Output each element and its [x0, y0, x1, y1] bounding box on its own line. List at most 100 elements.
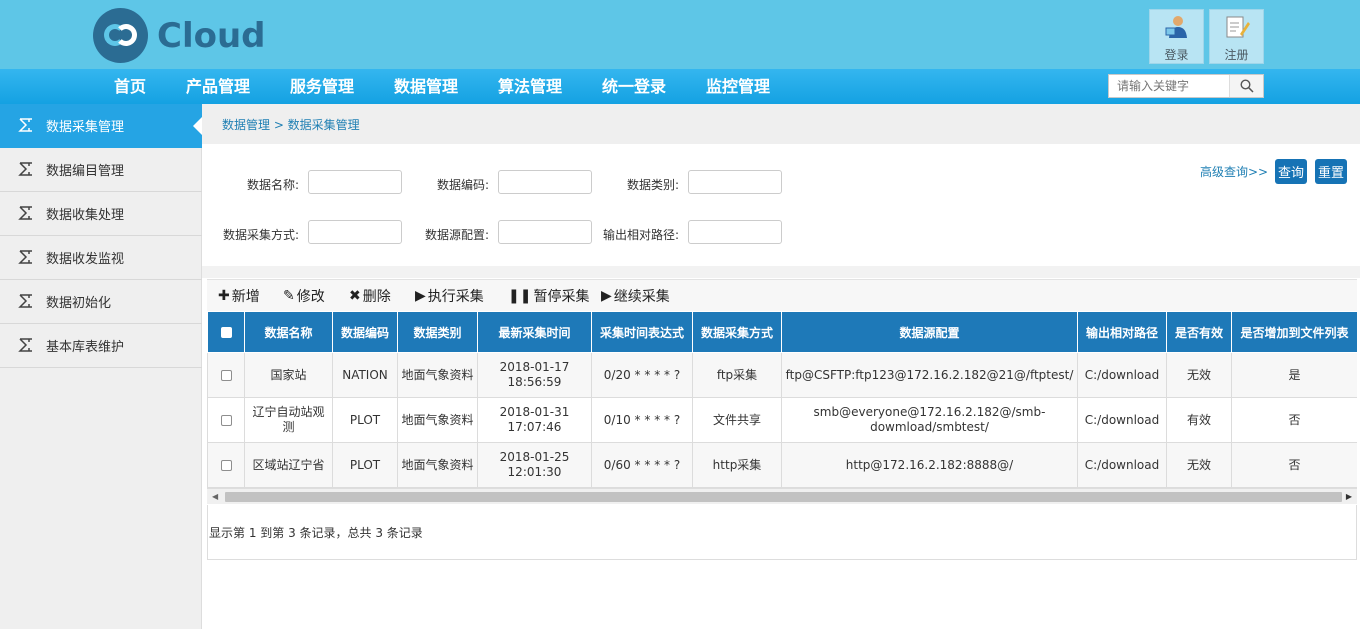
edit-button[interactable]: ✎ 修改: [283, 286, 325, 306]
table-cell: PLOT: [332, 397, 398, 443]
sidebar-item-process[interactable]: 数据收集处理: [0, 192, 202, 236]
path-label: 输出相对路径:: [603, 228, 680, 242]
column-header[interactable]: 输出相对路径: [1077, 311, 1167, 353]
pause-label: 暂停采集: [533, 289, 590, 305]
data-table: 数据名称 数据编码 数据类别 最新采集时间 采集时间表达式 数据采集方式 数据源…: [207, 311, 1357, 488]
reset-button[interactable]: 重置: [1315, 159, 1347, 184]
register-icon: [1224, 14, 1250, 40]
row-checkbox[interactable]: [220, 459, 232, 471]
sidebar-item-collection[interactable]: 数据采集管理: [0, 104, 203, 148]
scroll-left-icon[interactable]: ◀: [212, 492, 218, 501]
row-select-cell[interactable]: [207, 352, 245, 398]
nav-item-service[interactable]: 服务管理: [290, 69, 354, 104]
search-box: [1108, 74, 1264, 98]
toolbar: ✚ 新增 ✎ 修改 ✖ 删除 ▶ 执行采集 ❚❚ 暂停采集 ▶ 继续采集: [207, 279, 1357, 311]
logo: Cloud: [93, 8, 266, 63]
table-cell: 辽宁自动站观测: [244, 397, 333, 443]
resume-label: 继续采集: [613, 289, 670, 305]
search-button[interactable]: [1229, 75, 1263, 97]
sidebar: 数据采集管理 数据编目管理 数据收集处理 数据收发监视 数据初始化 基本库表维护: [0, 104, 203, 629]
query-button[interactable]: 查询: [1275, 159, 1307, 184]
nav-item-home[interactable]: 首页: [114, 69, 146, 104]
nav-item-data[interactable]: 数据管理: [394, 69, 458, 104]
search-input[interactable]: [1109, 75, 1229, 97]
select-all-checkbox[interactable]: [220, 327, 232, 338]
table-header-row: 数据名称 数据编码 数据类别 最新采集时间 采集时间表达式 数据采集方式 数据源…: [207, 311, 1357, 353]
row-select-cell[interactable]: [207, 397, 245, 443]
column-header[interactable]: 最新采集时间: [477, 311, 592, 353]
sigma-icon: [18, 338, 32, 352]
table-cell: PLOT: [332, 442, 398, 488]
row-select-cell[interactable]: [207, 442, 245, 488]
sidebar-item-tables[interactable]: 基本库表维护: [0, 324, 202, 368]
table-cell: 2018-01-25 12:01:30: [477, 442, 592, 488]
sigma-icon: [18, 206, 32, 220]
horizontal-scrollbar[interactable]: ◀ ▶: [207, 488, 1357, 504]
table-cell: smb@everyone@172.16.2.182@/smb-dowmload/…: [781, 397, 1078, 443]
row-checkbox[interactable]: [220, 369, 232, 381]
table-cell: 地面气象资料: [397, 397, 478, 443]
scroll-thumb[interactable]: [225, 492, 1342, 502]
resume-button[interactable]: ▶ 继续采集: [601, 286, 670, 306]
code-input[interactable]: [498, 170, 592, 194]
sidebar-item-catalog[interactable]: 数据编目管理: [0, 148, 202, 192]
column-header[interactable]: 数据采集方式: [692, 311, 782, 353]
nav-item-sso[interactable]: 统一登录: [602, 69, 666, 104]
table-cell: C:/download: [1077, 442, 1167, 488]
column-header[interactable]: 采集时间表达式: [591, 311, 693, 353]
sidebar-item-label: 数据初始化: [46, 296, 112, 311]
play-icon: ▶: [601, 288, 612, 304]
table-cell: 是: [1231, 352, 1357, 398]
data-grid: 数据名称 数据编码 数据类别 最新采集时间 采集时间表达式 数据采集方式 数据源…: [207, 311, 1357, 505]
sidebar-item-label: 数据编目管理: [46, 164, 125, 179]
delete-button[interactable]: ✖ 删除: [349, 286, 391, 306]
scroll-right-icon[interactable]: ▶: [1346, 492, 1352, 501]
select-all-cell[interactable]: [207, 311, 245, 353]
cloud-logo-icon: [93, 8, 148, 63]
row-checkbox[interactable]: [220, 414, 232, 426]
column-header[interactable]: 数据编码: [332, 311, 398, 353]
type-input[interactable]: [688, 170, 782, 194]
register-button[interactable]: 注册: [1209, 9, 1264, 64]
path-input[interactable]: [688, 220, 782, 244]
source-input[interactable]: [498, 220, 592, 244]
sidebar-item-monitor[interactable]: 数据收发监视: [0, 236, 202, 280]
sidebar-item-label: 基本库表维护: [46, 340, 125, 355]
name-input[interactable]: [308, 170, 402, 194]
nav-item-product[interactable]: 产品管理: [186, 69, 250, 104]
sidebar-item-init[interactable]: 数据初始化: [0, 280, 202, 324]
filter-panel: 数据名称: 数据编码: 数据类别: 数据采集方式: 数据源配置: 输出相对路径:…: [202, 144, 1360, 266]
sigma-icon: [18, 294, 32, 308]
table-cell: 2018-01-17 18:56:59: [477, 352, 592, 398]
table-row[interactable]: 国家站 NATION 地面气象资料 2018-01-17 18:56:59 0/…: [207, 352, 1357, 398]
advanced-search-link[interactable]: 高级查询>>: [1200, 163, 1268, 180]
nav-item-monitor[interactable]: 监控管理: [706, 69, 770, 104]
column-header[interactable]: 数据源配置: [781, 311, 1078, 353]
search-icon: [1239, 79, 1254, 93]
column-header[interactable]: 数据名称: [244, 311, 333, 353]
table-cell: 国家站: [244, 352, 333, 398]
run-button[interactable]: ▶ 执行采集: [415, 286, 484, 306]
table-cell: 地面气象资料: [397, 352, 478, 398]
column-header[interactable]: 是否有效: [1166, 311, 1232, 353]
pagination-info: 显示第 1 到第 3 条记录，总共 3 条记录: [207, 505, 1357, 560]
add-button[interactable]: ✚ 新增: [218, 286, 260, 306]
plus-icon: ✚: [218, 288, 230, 304]
table-cell: 2018-01-31 17:07:46: [477, 397, 592, 443]
table-cell: 无效: [1166, 442, 1232, 488]
pause-button[interactable]: ❚❚ 暂停采集: [508, 286, 589, 306]
table-row[interactable]: 辽宁自动站观测 PLOT 地面气象资料 2018-01-31 17:07:46 …: [207, 397, 1357, 443]
column-header[interactable]: 是否增加到文件列表: [1231, 311, 1357, 353]
breadcrumb-text[interactable]: 数据管理 > 数据采集管理: [222, 116, 360, 133]
login-label: 登录: [1164, 48, 1189, 62]
method-input[interactable]: [308, 220, 402, 244]
login-button[interactable]: 登录: [1149, 9, 1204, 64]
nav-item-algorithm[interactable]: 算法管理: [498, 69, 562, 104]
table-row[interactable]: 区域站辽宁省 PLOT 地面气象资料 2018-01-25 12:01:30 0…: [207, 442, 1357, 488]
run-label: 执行采集: [427, 289, 484, 305]
table-cell: 否: [1231, 442, 1357, 488]
table-cell: 否: [1231, 397, 1357, 443]
breadcrumb: 数据管理 > 数据采集管理: [202, 104, 1360, 144]
code-label: 数据编码:: [437, 178, 490, 192]
column-header[interactable]: 数据类别: [397, 311, 478, 353]
